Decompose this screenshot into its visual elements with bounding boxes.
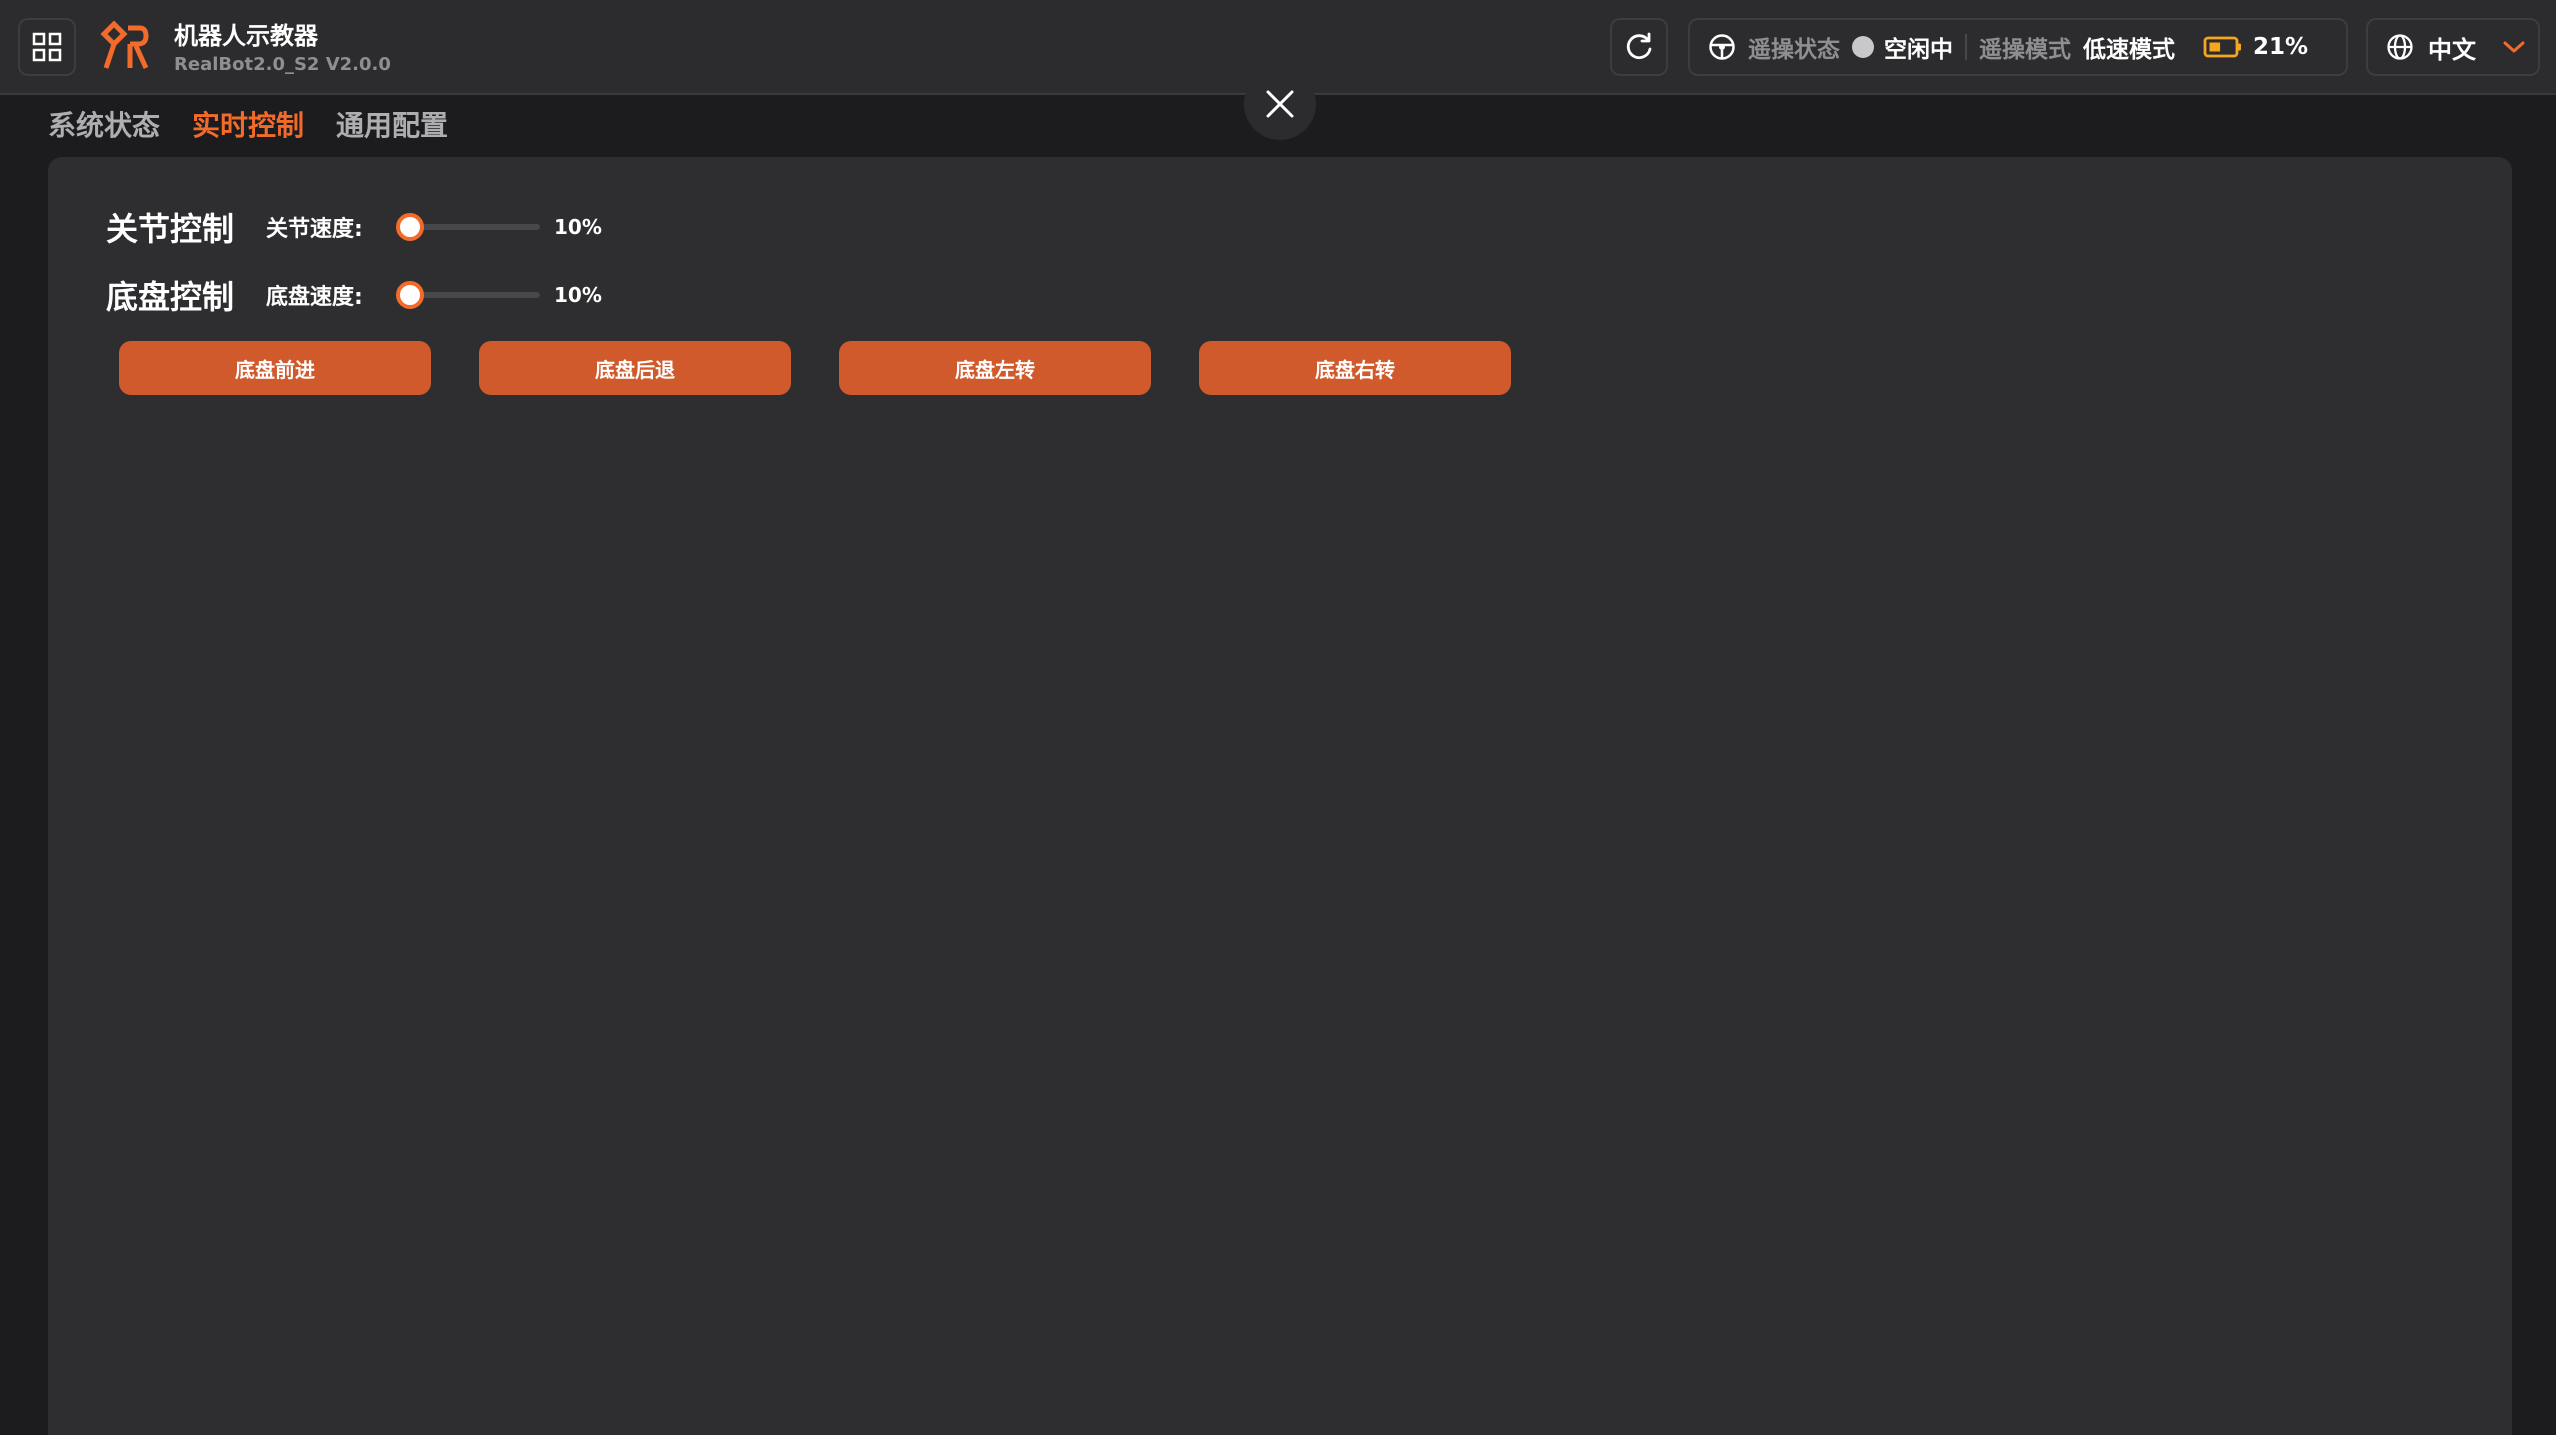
- chassis-turn-left-button[interactable]: 底盘左转: [839, 341, 1151, 395]
- app-title: 机器人示教器: [174, 22, 318, 50]
- chassis-backward-button[interactable]: 底盘后退: [479, 341, 791, 395]
- refresh-button[interactable]: [1610, 18, 1668, 76]
- refresh-icon: [1626, 32, 1652, 59]
- joint-speed-label: 关节速度:: [266, 217, 363, 242]
- tab-realtime-control[interactable]: 实时控制: [192, 104, 304, 144]
- joint-control-title: 关节控制: [106, 210, 235, 248]
- chassis-speed-value: 10%: [554, 283, 602, 307]
- close-icon: [1266, 90, 1294, 118]
- close-button[interactable]: [1244, 68, 1316, 140]
- steering-wheel-icon: [1709, 34, 1735, 60]
- teleop-state-value: 空闲中: [1884, 37, 1953, 63]
- chassis-turn-right-button[interactable]: 底盘右转: [1199, 341, 1511, 395]
- teleop-state-label: 遥操状态: [1748, 37, 1840, 63]
- language-label: 中文: [2428, 35, 2476, 64]
- joint-speed-slider[interactable]: [388, 211, 540, 243]
- chassis-control-title: 底盘控制: [106, 278, 235, 316]
- apps-menu-button[interactable]: [18, 18, 76, 76]
- app-version: RealBot2.0_S2 V2.0.0: [174, 54, 391, 75]
- chassis-speed-slider[interactable]: [388, 279, 540, 311]
- chassis-speed-label: 底盘速度:: [266, 285, 363, 310]
- joint-control-row: 关节控制 关节速度: 10%: [106, 202, 602, 252]
- slider-thumb[interactable]: [396, 213, 425, 241]
- joint-speed-value: 10%: [554, 215, 602, 239]
- chassis-forward-button[interactable]: 底盘前进: [119, 341, 431, 395]
- chassis-control-row: 底盘控制 底盘速度: 10%: [106, 270, 602, 320]
- tab-system-status[interactable]: 系统状态: [48, 104, 160, 144]
- tab-bar: 系统状态 实时控制 通用配置: [48, 104, 448, 144]
- robot-logo-icon: [100, 20, 149, 70]
- realtime-control-panel: 关节控制 关节速度: 10% 底盘控制 底盘速度: 10% 底盘前进 底盘后退 …: [48, 157, 2512, 1435]
- battery-icon: [2203, 36, 2241, 58]
- tab-general-config[interactable]: 通用配置: [336, 104, 448, 144]
- idle-status-dot: [1852, 36, 1874, 58]
- slider-thumb[interactable]: [396, 281, 425, 309]
- battery-percent: 21%: [2253, 34, 2309, 60]
- chevron-down-icon: [2503, 41, 2525, 53]
- divider: [1965, 34, 1967, 60]
- teleop-status-panel: 遥操状态 空闲中 遥操模式 低速模式 21%: [1688, 18, 2348, 76]
- globe-icon: [2387, 34, 2413, 60]
- language-selector[interactable]: 中文: [2366, 18, 2540, 76]
- teleop-mode-label: 遥操模式: [1979, 37, 2071, 63]
- teleop-mode-value: 低速模式: [2083, 37, 2175, 63]
- chassis-button-row: 底盘前进 底盘后退 底盘左转 底盘右转: [119, 341, 1511, 395]
- grid-icon: [32, 32, 62, 62]
